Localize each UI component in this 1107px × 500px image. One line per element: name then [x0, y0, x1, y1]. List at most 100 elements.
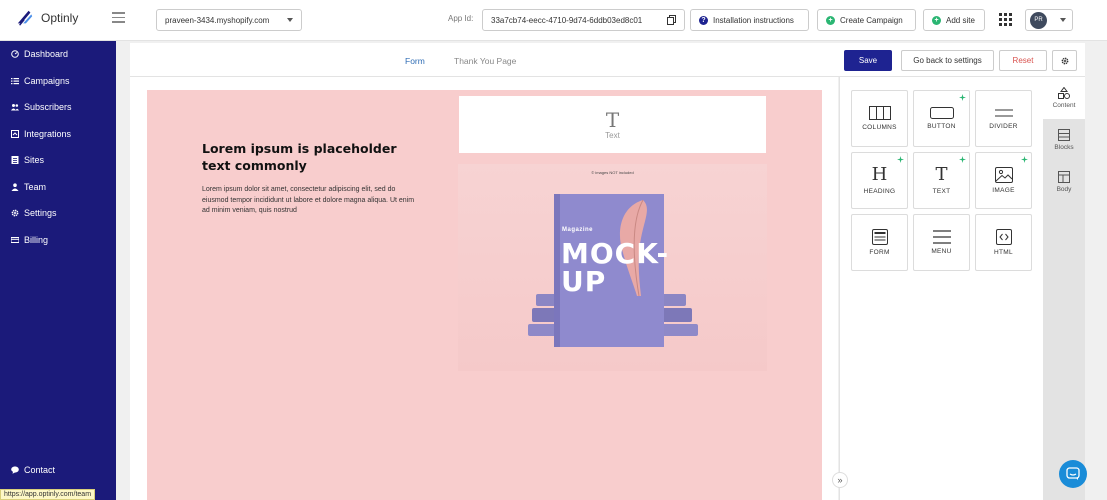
tool-label: HTML: [994, 249, 1013, 256]
tab-thank-you-page[interactable]: Thank You Page: [454, 56, 516, 66]
chat-icon: [1066, 467, 1080, 480]
tool-label: IMAGE: [992, 187, 1015, 194]
sidebar-item-label: Billing: [24, 234, 49, 245]
tab-blocks[interactable]: Blocks: [1043, 119, 1085, 161]
collapse-panel-icon[interactable]: »: [832, 472, 848, 488]
add-site-button[interactable]: + Add site: [923, 9, 985, 31]
tab-body[interactable]: Body: [1043, 161, 1085, 203]
blocks-icon: [1058, 129, 1070, 141]
plus-icon: +: [826, 15, 835, 25]
tab-content[interactable]: Content: [1043, 77, 1085, 119]
tool-form[interactable]: FORM: [851, 214, 908, 271]
chevron-down-icon: [1060, 18, 1066, 22]
user-menu[interactable]: PR: [1025, 9, 1073, 31]
sidebar-item-label: Settings: [24, 208, 57, 219]
sparkle-icon: [1021, 156, 1028, 163]
editor-settings-button[interactable]: [1052, 50, 1077, 71]
text-icon: T: [605, 107, 620, 132]
sites-icon: [11, 156, 19, 165]
side-tab-label: Body: [1056, 186, 1072, 193]
tool-html[interactable]: HTML: [975, 214, 1032, 271]
contact-link[interactable]: Contact: [11, 465, 55, 475]
card-icon: [11, 236, 19, 243]
logo-icon: [17, 10, 33, 26]
tool-columns[interactable]: COLUMNS: [851, 90, 908, 147]
sidebar-item-billing[interactable]: Billing: [0, 227, 116, 254]
mockup-title: MOCK-UP: [561, 237, 670, 298]
menu-icon: [932, 230, 951, 244]
sidebar-item-subscribers[interactable]: Subscribers: [0, 94, 116, 121]
text-icon: T: [935, 164, 948, 185]
reset-button[interactable]: Reset: [999, 50, 1047, 71]
chevron-down-icon: [287, 18, 293, 22]
mockup-caption: © images NOT included: [591, 170, 634, 175]
shapes-icon: [1058, 87, 1070, 99]
tool-heading[interactable]: H HEADING: [851, 152, 908, 209]
tool-menu[interactable]: MENU: [913, 214, 970, 271]
tool-label: COLUMNS: [862, 124, 897, 131]
magazine-spine: [554, 194, 560, 347]
side-tabs: Content Blocks Body: [1043, 77, 1085, 500]
installation-label: Installation instructions: [713, 15, 794, 25]
popup-body-text[interactable]: Lorem ipsum dolor sit amet, consectetur …: [202, 185, 417, 217]
tool-label: HEADING: [863, 188, 896, 195]
button-icon: [929, 107, 954, 119]
sidebar-item-label: Integrations: [24, 128, 72, 139]
top-bar: Optinly praveen-3434.myshopify.com App I…: [0, 0, 1107, 41]
sidebar-item-dashboard[interactable]: Dashboard: [0, 41, 116, 68]
tab-form[interactable]: Form: [405, 56, 425, 66]
apps-grid-icon[interactable]: [999, 13, 1012, 26]
body-icon: [1058, 171, 1070, 183]
sidebar-item-settings[interactable]: Settings: [0, 200, 116, 227]
image-icon: [994, 167, 1013, 183]
sidebar-item-integrations[interactable]: Integrations: [0, 121, 116, 148]
status-bar-url: https://app.optinly.com/team: [0, 489, 96, 500]
gear-icon: [1061, 57, 1068, 64]
plus-icon: +: [932, 15, 941, 25]
sidebar-item-label: Sites: [24, 155, 45, 166]
form-icon: [871, 229, 888, 245]
app-id-value: 33a7cb74-eecc-4710-9d74-6ddb03ed8c01: [491, 15, 643, 25]
dashboard-icon: [11, 50, 19, 59]
chat-widget-button[interactable]: [1059, 460, 1087, 488]
sparkle-icon: [897, 156, 904, 163]
tool-label: TEXT: [932, 188, 951, 195]
save-button[interactable]: Save: [844, 50, 892, 71]
side-tab-label: Content: [1052, 102, 1076, 109]
mockup-image[interactable]: © images NOT included Magazine MOCK-UP: [458, 164, 767, 371]
divider-icon: [994, 109, 1013, 117]
copy-icon[interactable]: [667, 15, 676, 25]
question-icon: ?: [699, 15, 708, 25]
app-id-field[interactable]: 33a7cb74-eecc-4710-9d74-6ddb03ed8c01: [482, 9, 685, 31]
sidebar-item-label: Team: [24, 181, 47, 192]
sidebar-item-team[interactable]: Team: [0, 174, 116, 201]
sidebar-item-label: Dashboard: [24, 49, 69, 60]
go-back-to-settings-button[interactable]: Go back to settings: [901, 50, 994, 71]
tool-image[interactable]: IMAGE: [975, 152, 1032, 209]
contact-label: Contact: [24, 465, 56, 475]
html-icon: [995, 229, 1012, 245]
popup-headline[interactable]: Lorem ipsum is placeholder text commonly: [202, 140, 422, 174]
add-site-label: Add site: [946, 15, 975, 25]
tool-text[interactable]: T TEXT: [913, 152, 970, 209]
text-block[interactable]: T Text: [459, 96, 766, 153]
store-select[interactable]: praveen-3434.myshopify.com: [156, 9, 302, 31]
create-campaign-label: Create Campaign: [840, 15, 903, 25]
columns-icon: [868, 106, 891, 120]
tool-button[interactable]: BUTTON: [913, 90, 970, 147]
tool-label: MENU: [931, 248, 952, 255]
installation-instructions-button[interactable]: ? Installation instructions: [690, 9, 809, 31]
text-block-label: Text: [605, 130, 620, 140]
tool-label: FORM: [869, 249, 890, 256]
tool-divider[interactable]: DIVIDER: [975, 90, 1032, 147]
app-logo[interactable]: Optinly: [16, 9, 78, 27]
create-campaign-button[interactable]: + Create Campaign: [817, 9, 916, 31]
chat-icon: [11, 466, 19, 474]
side-tab-label: Blocks: [1054, 144, 1074, 151]
sidebar-item-campaigns[interactable]: Campaigns: [0, 68, 116, 95]
avatar: PR: [1030, 11, 1047, 29]
list-icon: [11, 77, 19, 84]
hamburger-menu-icon[interactable]: [112, 12, 125, 23]
sidebar-item-label: Campaigns: [24, 75, 70, 86]
sidebar-item-sites[interactable]: Sites: [0, 147, 116, 174]
